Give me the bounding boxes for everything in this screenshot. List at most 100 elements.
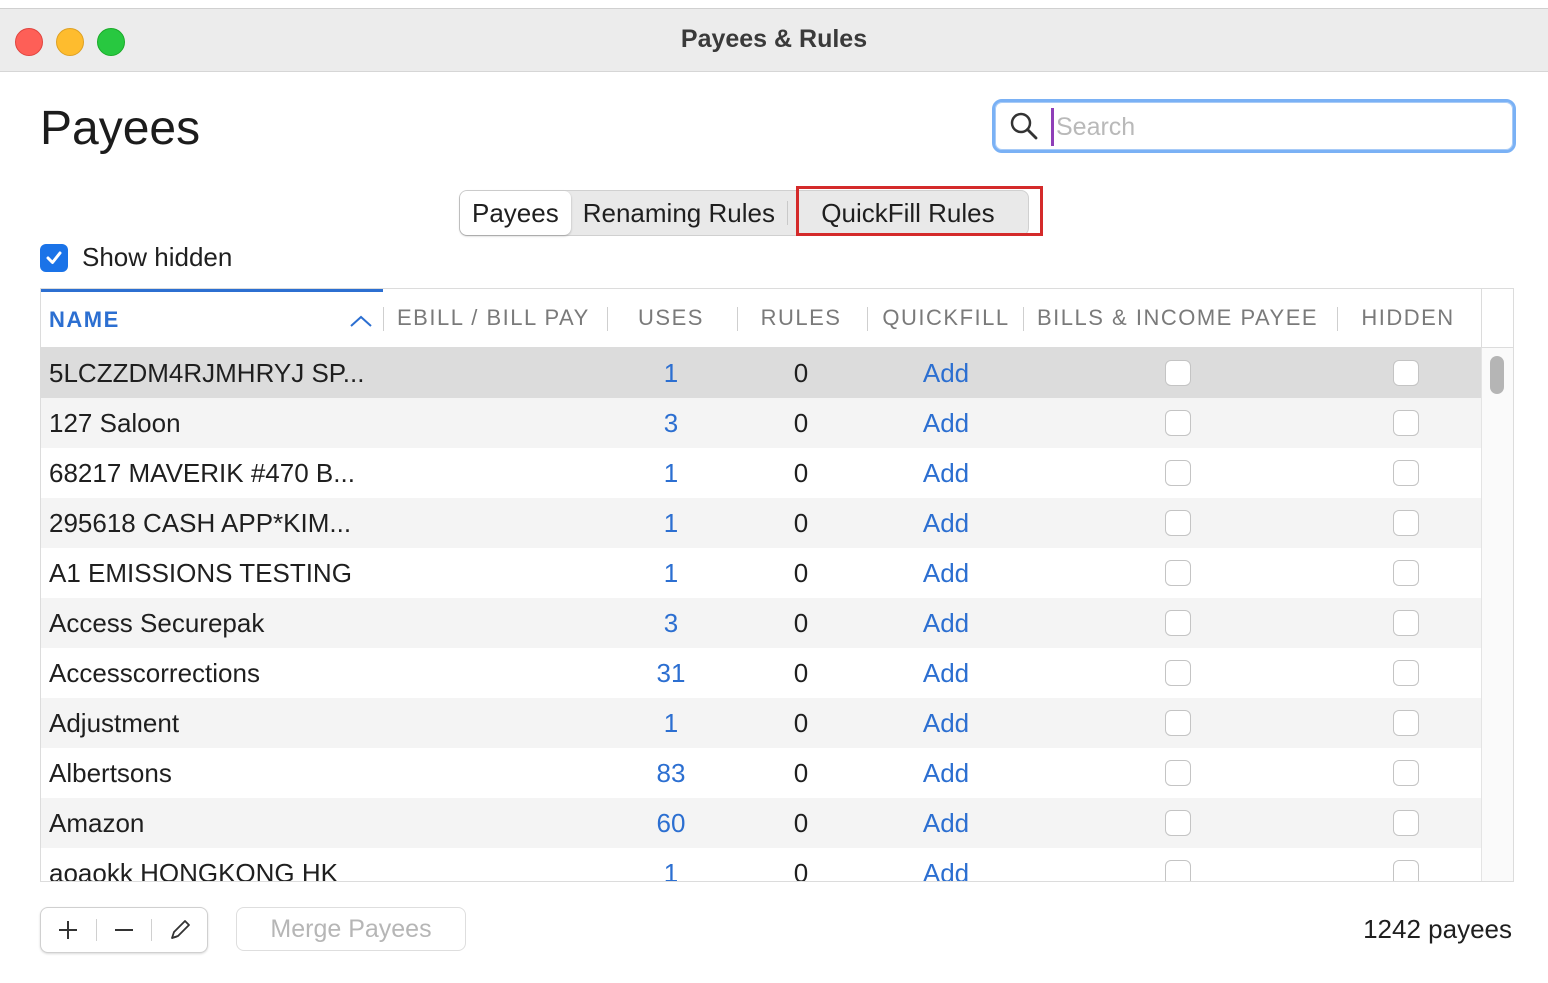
hidden-cell	[1391, 598, 1421, 648]
hidden-cell	[1391, 398, 1421, 448]
hidden-cell	[1391, 448, 1421, 498]
column-separator	[607, 307, 608, 331]
quickfill-add-link[interactable]: Add	[891, 398, 1001, 448]
tab-payees[interactable]: Payees	[460, 191, 571, 235]
bills-income-checkbox[interactable]	[1165, 660, 1191, 686]
column-header-quickfill[interactable]: QUICKFILL	[879, 289, 1013, 347]
hidden-cell	[1391, 748, 1421, 798]
rules-count: 0	[793, 507, 809, 538]
bills-income-checkbox[interactable]	[1165, 410, 1191, 436]
table-row[interactable]: Accesscorrections 31 0 Add	[41, 648, 1481, 698]
payee-count: 1242 payees	[1363, 914, 1512, 944]
uses-count-link[interactable]: 1	[621, 698, 721, 748]
quickfill-add-link[interactable]: Add	[891, 498, 1001, 548]
column-header-uses[interactable]: USES	[621, 289, 721, 347]
payee-name: Accesscorrections	[49, 657, 260, 688]
quickfill-add-link[interactable]: Add	[891, 348, 1001, 398]
bills-income-checkbox[interactable]	[1165, 560, 1191, 586]
bills-income-checkbox[interactable]	[1165, 710, 1191, 736]
sort-ascending-icon	[350, 315, 372, 327]
remove-payee-button[interactable]	[97, 908, 152, 952]
quickfill-add-link[interactable]: Add	[891, 648, 1001, 698]
column-header-ebill[interactable]: EBILL / BILL PAY	[397, 289, 607, 347]
uses-count-link[interactable]: 1	[621, 448, 721, 498]
bills-income-checkbox[interactable]	[1165, 510, 1191, 536]
payees-rules-window: Payees & Rules Payees Payees Renaming Ru…	[0, 8, 1548, 983]
hidden-checkbox[interactable]	[1393, 460, 1419, 486]
table-row[interactable]: Albertsons 83 0 Add	[41, 748, 1481, 798]
table-row[interactable]: 68217 MAVERIK #470 B... 1 0 Add	[41, 448, 1481, 498]
bills-income-checkbox[interactable]	[1165, 460, 1191, 486]
column-header-rules[interactable]: RULES	[751, 289, 851, 347]
edit-payee-button[interactable]	[152, 908, 207, 952]
show-hidden-checkbox[interactable]	[40, 243, 68, 272]
uses-count-link[interactable]: 31	[621, 648, 721, 698]
table-row[interactable]: A1 EMISSIONS TESTING 1 0 Add	[41, 548, 1481, 598]
column-header-bills-income[interactable]: BILLS & INCOME PAYEE	[1037, 289, 1327, 347]
column-separator	[1023, 307, 1024, 331]
search-field[interactable]	[992, 99, 1516, 153]
tab-renaming-rules[interactable]: Renaming Rules	[571, 191, 787, 235]
hidden-checkbox[interactable]	[1393, 810, 1419, 836]
uses-count-link[interactable]: 1	[621, 348, 721, 398]
vertical-scrollbar[interactable]	[1481, 348, 1513, 881]
table-row[interactable]: Access Securepak 3 0 Add	[41, 598, 1481, 648]
bills-income-cell	[1163, 348, 1193, 398]
bills-income-checkbox[interactable]	[1165, 860, 1191, 881]
quickfill-add-link[interactable]: Add	[891, 548, 1001, 598]
bills-income-cell	[1163, 848, 1193, 881]
hidden-checkbox[interactable]	[1393, 760, 1419, 786]
payee-name: Albertsons	[49, 757, 172, 788]
quickfill-add-link[interactable]: Add	[891, 848, 1001, 882]
rules-count: 0	[793, 707, 809, 738]
hidden-checkbox[interactable]	[1393, 860, 1419, 881]
hidden-checkbox[interactable]	[1393, 360, 1419, 386]
show-hidden-label: Show hidden	[82, 242, 233, 272]
bills-income-checkbox[interactable]	[1165, 810, 1191, 836]
hidden-checkbox[interactable]	[1393, 660, 1419, 686]
quickfill-add-link[interactable]: Add	[891, 698, 1001, 748]
table-row[interactable]: aoaokk HONGKONG HK 1 0 Add	[41, 848, 1481, 882]
quickfill-add-link[interactable]: Add	[891, 798, 1001, 848]
uses-count-link[interactable]: 1	[621, 548, 721, 598]
quickfill-add-link[interactable]: Add	[891, 448, 1001, 498]
payee-name: 127 Saloon	[49, 407, 181, 438]
scrollbar-thumb[interactable]	[1490, 356, 1504, 394]
bills-income-cell	[1163, 548, 1193, 598]
table-row[interactable]: 5LCZZDM4RJMHRYJ SP... 1 0 Add	[41, 348, 1481, 398]
payee-name: 5LCZZDM4RJMHRYJ SP...	[49, 357, 365, 388]
uses-count-link[interactable]: 1	[621, 848, 721, 882]
column-separator	[1337, 307, 1338, 331]
column-separator	[737, 307, 738, 331]
uses-count-link[interactable]: 1	[621, 498, 721, 548]
bills-income-cell	[1163, 448, 1193, 498]
hidden-checkbox[interactable]	[1393, 410, 1419, 436]
hidden-checkbox[interactable]	[1393, 510, 1419, 536]
quickfill-add-link[interactable]: Add	[891, 748, 1001, 798]
uses-count-link[interactable]: 3	[621, 598, 721, 648]
payee-name: 295618 CASH APP*KIM...	[49, 507, 352, 538]
search-input[interactable]	[1051, 108, 1498, 146]
bills-income-checkbox[interactable]	[1165, 610, 1191, 636]
uses-count-link[interactable]: 83	[621, 748, 721, 798]
hidden-checkbox[interactable]	[1393, 610, 1419, 636]
table-row[interactable]: 295618 CASH APP*KIM... 1 0 Add	[41, 498, 1481, 548]
hidden-checkbox[interactable]	[1393, 710, 1419, 736]
bills-income-checkbox[interactable]	[1165, 360, 1191, 386]
show-hidden-toggle[interactable]: Show hidden	[40, 242, 232, 273]
uses-count-link[interactable]: 3	[621, 398, 721, 448]
add-payee-button[interactable]	[41, 908, 96, 952]
merge-payees-button[interactable]: Merge Payees	[236, 907, 466, 951]
hidden-cell	[1391, 348, 1421, 398]
bills-income-cell	[1163, 498, 1193, 548]
table-row[interactable]: Amazon 60 0 Add	[41, 798, 1481, 848]
table-row[interactable]: 127 Saloon 3 0 Add	[41, 398, 1481, 448]
column-header-hidden[interactable]: HIDDEN	[1353, 289, 1463, 347]
quickfill-add-link[interactable]: Add	[891, 598, 1001, 648]
hidden-checkbox[interactable]	[1393, 560, 1419, 586]
bills-income-checkbox[interactable]	[1165, 760, 1191, 786]
table-row[interactable]: Adjustment 1 0 Add	[41, 698, 1481, 748]
column-header-name[interactable]: NAME	[41, 289, 383, 347]
payee-name: 68217 MAVERIK #470 B...	[49, 457, 355, 488]
uses-count-link[interactable]: 60	[621, 798, 721, 848]
